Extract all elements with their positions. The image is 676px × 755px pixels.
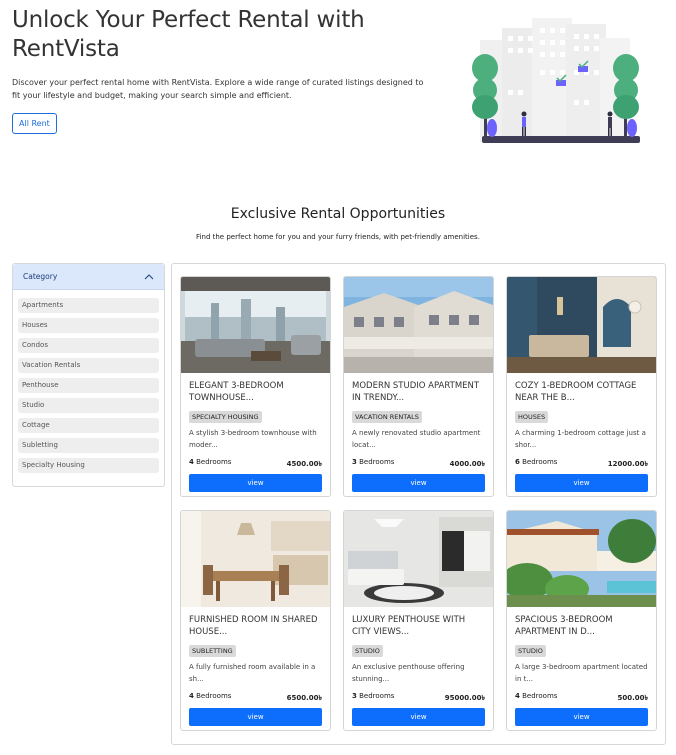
category-item-houses[interactable]: Houses xyxy=(18,318,159,333)
city-illustration xyxy=(472,18,640,143)
hero-title: Unlock Your Perfect Rental with RentVist… xyxy=(12,7,365,62)
listing-category-badge: VACATION RENTALS xyxy=(352,411,422,423)
listing-photo[interactable] xyxy=(507,277,656,373)
listing-card: MODERN STUDIO APARTMENT IN TRENDY... VAC… xyxy=(343,276,494,497)
listing-bedrooms: 4 Bedrooms xyxy=(189,458,232,466)
listing-photo[interactable] xyxy=(344,277,493,373)
listing-description: A charming 1-bedroom cottage just a shor… xyxy=(515,429,646,449)
listing-bedrooms: 3 Bedrooms xyxy=(352,458,395,466)
listing-description: A fully furnished room available in a sh… xyxy=(189,663,316,683)
hero-description: Discover your perfect rental home with R… xyxy=(12,78,424,100)
listing-price: 12000.00৳ xyxy=(607,460,648,468)
listing-price: 4000.00৳ xyxy=(449,460,485,468)
listing-photo[interactable] xyxy=(507,511,656,607)
category-item-specialty-housing[interactable]: Specialty Housing xyxy=(18,458,159,473)
listing-meta: 4 Bedrooms 4500.00৳ xyxy=(181,458,330,470)
listing-card: SPACIOUS 3-BEDROOM APARTMENT IN D... STU… xyxy=(506,510,657,731)
listing-title: FURNISHED ROOM IN SHARED HOUSE... xyxy=(189,615,318,637)
listing-bedrooms: 6 Bedrooms xyxy=(515,458,558,466)
view-button[interactable]: view xyxy=(515,474,648,492)
listing-bedrooms: 3 Bedrooms xyxy=(352,692,395,700)
listing-price: 4500.00৳ xyxy=(286,460,322,468)
category-sidebar: Category Apartments Houses Condos Vacati… xyxy=(12,263,165,487)
category-heading: Category xyxy=(23,272,58,281)
listing-category-badge: STUDIO xyxy=(515,645,546,657)
listing-description: A stylish 3-bedroom townhouse with moder… xyxy=(189,429,317,449)
category-item-apartments[interactable]: Apartments xyxy=(18,298,159,313)
listing-category-badge: HOUSES xyxy=(515,411,549,423)
listing-price: 95000.00৳ xyxy=(444,694,485,702)
listing-description: An exclusive penthouse offering stunning… xyxy=(352,663,465,683)
listing-category-badge: SUBLETTING xyxy=(189,645,236,657)
listing-meta: 3 Bedrooms 95000.00৳ xyxy=(344,692,493,704)
listing-photo[interactable] xyxy=(344,511,493,607)
view-button[interactable]: view xyxy=(189,474,322,492)
listing-card: LUXURY PENTHOUSE WITH CITY VIEWS... STUD… xyxy=(343,510,494,731)
section-title: Exclusive Rental Opportunities xyxy=(230,206,446,222)
category-item-vacation-rentals[interactable]: Vacation Rentals xyxy=(18,358,159,373)
view-button[interactable]: view xyxy=(352,708,485,726)
listing-meta: 3 Bedrooms 4000.00৳ xyxy=(344,458,493,470)
listing-bedrooms: 4 Bedrooms xyxy=(189,692,232,700)
listing-bedrooms: 4 Bedrooms xyxy=(515,692,558,700)
hero-section: Unlock Your Perfect Rental with RentVist… xyxy=(12,6,432,134)
listing-price: 500.00৳ xyxy=(617,694,649,702)
listing-description: A newly renovated studio apartment locat… xyxy=(352,429,481,449)
listing-category-badge: STUDIO xyxy=(352,645,383,657)
listing-description: A large 3-bedroom apartment located in t… xyxy=(515,663,648,683)
listing-photo[interactable] xyxy=(181,511,330,607)
view-button[interactable]: view xyxy=(189,708,322,726)
category-item-penthouse[interactable]: Penthouse xyxy=(18,378,159,393)
view-button[interactable]: view xyxy=(515,708,648,726)
listing-title: ELEGANT 3-BEDROOM TOWNHOUSE... xyxy=(189,381,284,403)
section-subtitle: Find the perfect home for you and your f… xyxy=(196,233,480,241)
all-rent-button[interactable]: All Rent xyxy=(12,113,57,134)
listing-photo[interactable] xyxy=(181,277,330,373)
listing-meta: 4 Bedrooms 500.00৳ xyxy=(507,692,656,704)
listing-title: SPACIOUS 3-BEDROOM APARTMENT IN D... xyxy=(515,615,613,637)
listing-meta: 4 Bedrooms 6500.00৳ xyxy=(181,692,330,704)
listing-card: ELEGANT 3-BEDROOM TOWNHOUSE... SPECIALTY… xyxy=(180,276,331,497)
category-item-cottage[interactable]: Cottage xyxy=(18,418,159,433)
listing-title: COZY 1-BEDROOM COTTAGE NEAR THE B... xyxy=(515,381,637,403)
listing-category-badge: SPECIALTY HOUSING xyxy=(189,411,262,423)
category-item-condos[interactable]: Condos xyxy=(18,338,159,353)
category-item-studio[interactable]: Studio xyxy=(18,398,159,413)
category-header[interactable]: Category xyxy=(13,264,164,290)
view-button[interactable]: view xyxy=(352,474,485,492)
listing-title: MODERN STUDIO APARTMENT IN TRENDY... xyxy=(352,381,480,403)
listing-price: 6500.00৳ xyxy=(286,694,322,702)
chevron-up-icon xyxy=(144,273,154,279)
listing-meta: 6 Bedrooms 12000.00৳ xyxy=(507,458,656,470)
listing-title: LUXURY PENTHOUSE WITH CITY VIEWS... xyxy=(352,615,466,637)
listing-card: COZY 1-BEDROOM COTTAGE NEAR THE B... HOU… xyxy=(506,276,657,497)
listing-card: FURNISHED ROOM IN SHARED HOUSE... SUBLET… xyxy=(180,510,331,731)
category-item-subletting[interactable]: Subletting xyxy=(18,438,159,453)
